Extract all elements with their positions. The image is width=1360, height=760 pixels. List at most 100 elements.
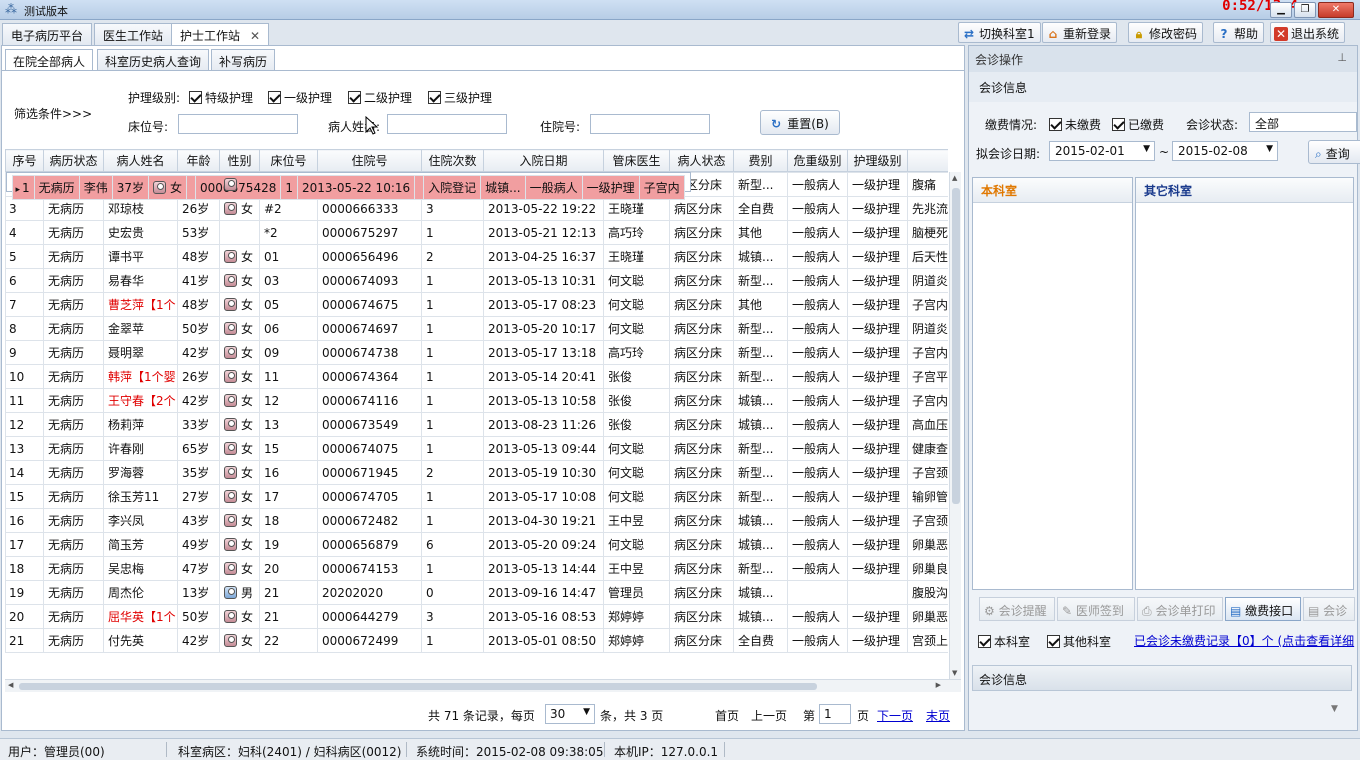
help-button[interactable]: ? 帮助 [1213, 22, 1265, 43]
cell-text: 15 [9, 489, 25, 504]
table-row[interactable]: 6 无病历 易春华 41岁 女 03 0000674093 1 2013-05-13 10:31… [5, 268, 948, 293]
column-header[interactable]: 护理级别 [847, 149, 908, 172]
column-header[interactable]: 床位号 [259, 149, 318, 172]
grid-vertical-scrollbar[interactable]: ▲ ▼ [949, 172, 961, 679]
payment-interface-button[interactable]: ▤ 缴费接口 [1225, 597, 1301, 621]
table-row[interactable]: 20 无病历 屈华英【1个 50岁 女 21 0000644279 3 2013-05-16 0… [5, 604, 948, 629]
pager-next-link[interactable]: 下一页 [877, 707, 913, 724]
date-from-select[interactable]: 2015-02-01 ▼ [1049, 141, 1155, 161]
table-row[interactable]: 9 无病历 聂明翠 42岁 女 09 0000674738 1 2013-05-17 13:18… [5, 340, 948, 365]
date-to-select[interactable]: 2015-02-08 ▼ [1172, 141, 1278, 161]
scroll-thumb[interactable] [952, 188, 960, 504]
per-page-select[interactable]: 30 ▼ [545, 704, 595, 724]
column-header[interactable]: 费别 [733, 149, 788, 172]
cell-text: 一级护理 [852, 322, 901, 336]
bed-input[interactable] [178, 114, 298, 134]
cell-text: 2013-05-13 14:44 [488, 561, 597, 576]
other-dept-checkbox[interactable]: 其他科室 [1047, 633, 1111, 650]
table-cell: 一般病人 [787, 196, 848, 221]
table-row[interactable]: 19 无病历 周杰伦 13岁 男 21 20202020 0 2013-09-16 14:47 管… [5, 580, 948, 605]
own-dept-list[interactable]: 本科室 [972, 177, 1133, 590]
column-header[interactable]: 年龄 [177, 149, 220, 172]
unpaid-records-link[interactable]: 已会诊未缴费记录【0】个 (点击查看详细 [1134, 632, 1354, 649]
table-row[interactable]: 18 无病历 吴忠梅 47岁 女 20 0000674153 1 2013-05-13 14:4… [5, 556, 948, 581]
table-row[interactable]: 12 无病历 杨莉萍 33岁 女 13 0000673549 1 2013-08-23 11:2… [5, 412, 948, 437]
exit-button[interactable]: ✕ 退出系统 [1270, 22, 1346, 43]
column-header[interactable]: 病人姓名 [103, 149, 178, 172]
maximize-button[interactable]: ❐ [1294, 2, 1316, 18]
close-button[interactable]: ✕ [1318, 2, 1354, 18]
tab-doctor-station[interactable]: 医生工作站 [94, 23, 173, 45]
query-button[interactable]: ⌕ 查询 [1308, 140, 1360, 164]
pager-first[interactable]: 首页 [715, 707, 739, 724]
table-row[interactable]: 15 无病历 徐玉芳11 27岁 女 17 0000674705 1 2013-05-17 10… [5, 484, 948, 509]
table-row[interactable]: 10 无病历 韩萍【1个婴 26岁 女 11 0000674364 1 2013-05-14 2… [5, 364, 948, 389]
column-header[interactable]: 管床医生 [603, 149, 670, 172]
pager-prev[interactable]: 上一页 [751, 707, 787, 724]
minimize-button[interactable]: ▁ [1270, 2, 1292, 18]
consult-more-button[interactable]: ▤ 会诊 [1303, 597, 1355, 621]
table-row[interactable]: 11 无病历 王守春【2个 42岁 女 12 0000674116 1 2013-05-13 1… [5, 388, 948, 413]
table-row[interactable]: 3 无病历 邓琼枝 26岁 女 #2 0000666333 3 2013-05-22 19:22… [5, 196, 948, 221]
scroll-down-icon[interactable]: ▼ [952, 669, 957, 677]
consult-info-footer[interactable]: 会诊信息 [972, 665, 1352, 691]
scroll-thumb[interactable] [19, 683, 817, 690]
table-row[interactable]: 21 无病历 付先英 42岁 女 22 0000672499 1 2013-05-01 08:5… [5, 628, 948, 653]
scroll-right-icon[interactable]: ▶ [936, 681, 941, 689]
relogin-button[interactable]: ⌂ 重新登录 [1042, 22, 1118, 43]
grid-horizontal-scrollbar[interactable]: ◀ ▶ [5, 679, 961, 692]
switch-dept-button[interactable]: ⇄ 切换科室1 [958, 22, 1041, 43]
level1-care-checkbox[interactable]: 一级护理 [268, 89, 332, 106]
table-cell: 城镇... [733, 532, 788, 557]
paid-checkbox[interactable]: 已缴费 [1112, 116, 1164, 133]
cell-text: 徐玉芳11 [108, 490, 160, 504]
tab-nurse-station[interactable]: 护士工作站 ✕ [171, 23, 270, 46]
column-header[interactable]: 性别 [219, 149, 260, 172]
column-header[interactable]: 序号 [5, 149, 44, 172]
table-row[interactable]: 13 无病历 许春刚 65岁 女 15 0000674075 1 2013-05-13 09:4… [5, 436, 948, 461]
table-row[interactable]: 5 无病历 谭书平 48岁 女 01 0000656496 2 2013-04-25 16:37… [5, 244, 948, 269]
table-row[interactable]: 16 无病历 李兴凤 43岁 女 18 0000672482 1 2013-04-30 19:2… [5, 508, 948, 533]
column-header[interactable]: 住院次数 [421, 149, 484, 172]
pin-icon[interactable]: ⊥ [1337, 51, 1347, 64]
consult-status-select[interactable]: 全部 [1249, 112, 1357, 132]
table-row[interactable]: ▸ 1 无病历 李伟 37岁女 0000675428 1 2013-05-22 10:16 入院… [5, 172, 691, 200]
tab-close-icon[interactable]: ✕ [250, 29, 260, 43]
tab-supplement-record[interactable]: 补写病历 [211, 49, 276, 70]
special-care-checkbox[interactable]: 特级护理 [189, 89, 253, 106]
tab-all-inpatients[interactable]: 在院全部病人 [5, 49, 94, 71]
checkbox-label: 其他科室 [1063, 635, 1112, 649]
page-number-input[interactable]: 1 [819, 704, 851, 724]
column-header[interactable]: 病人状态 [669, 149, 734, 172]
table-row[interactable]: 7 无病历 曹芝萍【1个 48岁 女 05 0000674675 1 2013-05-17 08… [5, 292, 948, 317]
consult-print-button[interactable]: ⎙ 会诊单打印 [1137, 597, 1223, 621]
table-row[interactable]: 17 无病历 简玉芳 49岁 女 19 0000656879 6 2013-05-20 09:2… [5, 532, 948, 557]
chevron-down-icon[interactable]: ▼ [1331, 704, 1338, 714]
level2-care-checkbox[interactable]: 二级护理 [348, 89, 412, 106]
scroll-left-icon[interactable]: ◀ [8, 681, 13, 689]
own-dept-checkbox[interactable]: 本科室 [978, 633, 1030, 650]
other-dept-list[interactable]: 其它科室 [1135, 177, 1354, 590]
column-header[interactable]: 入院日期 [483, 149, 604, 172]
admission-no-input[interactable] [590, 114, 710, 134]
reset-button[interactable]: ↻ 重置(B) [760, 110, 840, 135]
tab-emr-platform[interactable]: 电子病历平台 [2, 23, 93, 45]
column-header[interactable] [907, 149, 948, 172]
column-header[interactable]: 住院号 [317, 149, 422, 172]
tab-history-patients[interactable]: 科室历史病人查询 [97, 49, 210, 70]
unpaid-checkbox[interactable]: 未缴费 [1049, 116, 1101, 133]
patient-name-input[interactable] [387, 114, 507, 134]
doctor-signin-button[interactable]: ✎ 医师签到 [1057, 597, 1135, 621]
table-row[interactable]: 8 无病历 金翠苹 50岁 女 06 0000674697 1 2013-05-20 10:17… [5, 316, 948, 341]
table-row[interactable]: 14 无病历 罗海蓉 35岁 女 16 0000671945 2 2013-05-19 10:3… [5, 460, 948, 485]
pager-last-link[interactable]: 末页 [926, 707, 950, 724]
table-cell: 无病历 [43, 628, 104, 653]
table-row[interactable]: 4 无病历 史宏贵 53岁 *2 0000675297 1 2013-05-21 12:13 高… [5, 220, 948, 245]
change-password-button[interactable]: 🔒︎ 修改密码 [1128, 22, 1204, 43]
column-header[interactable]: 危重级别 [787, 149, 848, 172]
level3-care-checkbox[interactable]: 三级护理 [428, 89, 492, 106]
cell-text: 2013-05-17 08:23 [488, 297, 597, 312]
consult-remind-button[interactable]: ⚙ 会诊提醒 [979, 597, 1055, 621]
scroll-up-icon[interactable]: ▲ [952, 174, 957, 182]
column-header[interactable]: 病历状态 [43, 149, 104, 172]
